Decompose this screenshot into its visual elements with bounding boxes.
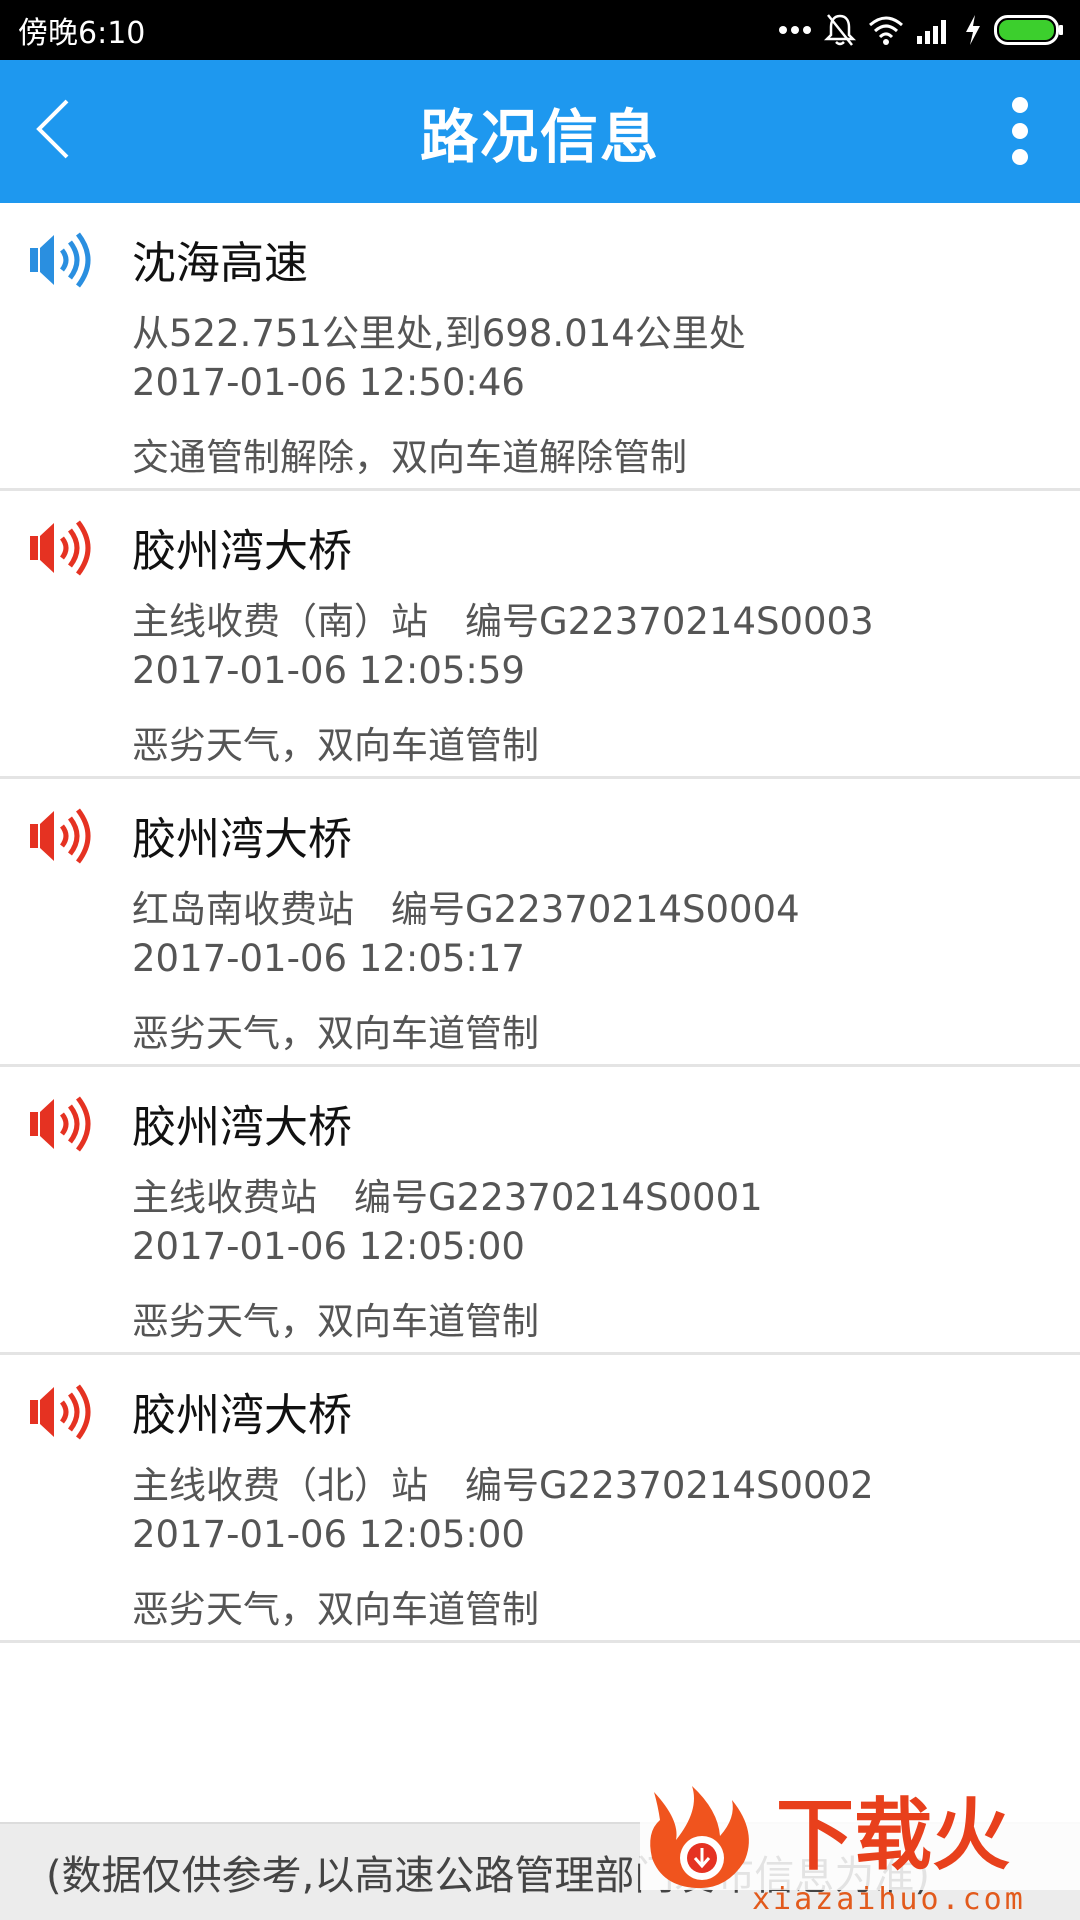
item-status: 交通管制解除，双向车道解除管制 bbox=[132, 436, 687, 479]
watermark-url: xiazaihuo.com bbox=[752, 1882, 1026, 1917]
item-title: 胶州湾大桥 bbox=[132, 814, 352, 865]
item-timestamp: 2017-01-06 12:05:59 bbox=[132, 649, 525, 692]
app-bar: 路况信息 bbox=[0, 60, 1080, 203]
list-item[interactable]: 胶州湾大桥 主线收费（北）站 编号G22370214S0002 2017-01-… bbox=[0, 1355, 1080, 1643]
item-location: 从522.751公里处,到698.014公里处 bbox=[132, 312, 746, 355]
page-title: 路况信息 bbox=[419, 102, 660, 171]
item-location: 主线收费（南）站 编号G22370214S0003 bbox=[132, 600, 874, 643]
speaker-red-icon bbox=[28, 517, 96, 579]
battery-icon bbox=[994, 15, 1064, 45]
list-item[interactable]: 胶州湾大桥 主线收费（南）站 编号G22370214S0003 2017-01-… bbox=[0, 491, 1080, 779]
speaker-blue-icon bbox=[28, 229, 96, 291]
speaker-red-icon bbox=[28, 1381, 96, 1443]
status-bar: 傍晚6:10 bbox=[0, 0, 1080, 60]
overflow-dot bbox=[1012, 149, 1028, 165]
speaker-red-icon bbox=[28, 805, 96, 867]
status-icons bbox=[778, 13, 1064, 47]
list-item[interactable]: 胶州湾大桥 红岛南收费站 编号G22370214S0004 2017-01-06… bbox=[0, 779, 1080, 1067]
item-timestamp: 2017-01-06 12:05:00 bbox=[132, 1513, 525, 1556]
item-status: 恶劣天气，双向车道管制 bbox=[132, 724, 539, 767]
watermark-logo: 下载火 xiazaihuo.com bbox=[640, 1780, 1080, 1920]
wifi-icon bbox=[868, 15, 904, 45]
item-status: 恶劣天气，双向车道管制 bbox=[132, 1012, 539, 1055]
mute-bell-icon bbox=[824, 13, 856, 47]
overflow-menu-button[interactable] bbox=[990, 86, 1050, 176]
list-item[interactable]: 沈海高速 从522.751公里处,到698.014公里处 2017-01-06 … bbox=[0, 203, 1080, 491]
more-dots-icon bbox=[778, 25, 812, 35]
traffic-list: 沈海高速 从522.751公里处,到698.014公里处 2017-01-06 … bbox=[0, 203, 1080, 1643]
speaker-red-icon bbox=[28, 1093, 96, 1155]
item-location: 红岛南收费站 编号G22370214S0004 bbox=[132, 888, 800, 931]
overflow-menu-icon bbox=[1012, 97, 1028, 113]
logo-text: 下载火 bbox=[776, 1791, 1010, 1881]
item-title: 沈海高速 bbox=[132, 238, 308, 289]
back-button[interactable] bbox=[18, 86, 88, 176]
item-status: 恶劣天气，双向车道管制 bbox=[132, 1588, 539, 1631]
item-title: 胶州湾大桥 bbox=[132, 526, 352, 577]
charging-icon bbox=[964, 15, 982, 45]
item-timestamp: 2017-01-06 12:05:17 bbox=[132, 937, 525, 980]
item-location: 主线收费站 编号G22370214S0001 bbox=[132, 1176, 763, 1219]
item-timestamp: 2017-01-06 12:50:46 bbox=[132, 361, 525, 404]
item-title: 胶州湾大桥 bbox=[132, 1390, 352, 1441]
chevron-left-icon bbox=[33, 97, 73, 165]
item-location: 主线收费（北）站 编号G22370214S0002 bbox=[132, 1464, 874, 1507]
item-title: 胶州湾大桥 bbox=[132, 1102, 352, 1153]
item-status: 恶劣天气，双向车道管制 bbox=[132, 1300, 539, 1343]
item-timestamp: 2017-01-06 12:05:00 bbox=[132, 1225, 525, 1268]
signal-icon bbox=[916, 16, 952, 44]
list-item[interactable]: 胶州湾大桥 主线收费站 编号G22370214S0001 2017-01-06 … bbox=[0, 1067, 1080, 1355]
overflow-dot bbox=[1012, 123, 1028, 139]
flame-logo-icon: 下载火 bbox=[640, 1780, 1080, 1890]
status-time: 傍晚6:10 bbox=[18, 16, 146, 51]
